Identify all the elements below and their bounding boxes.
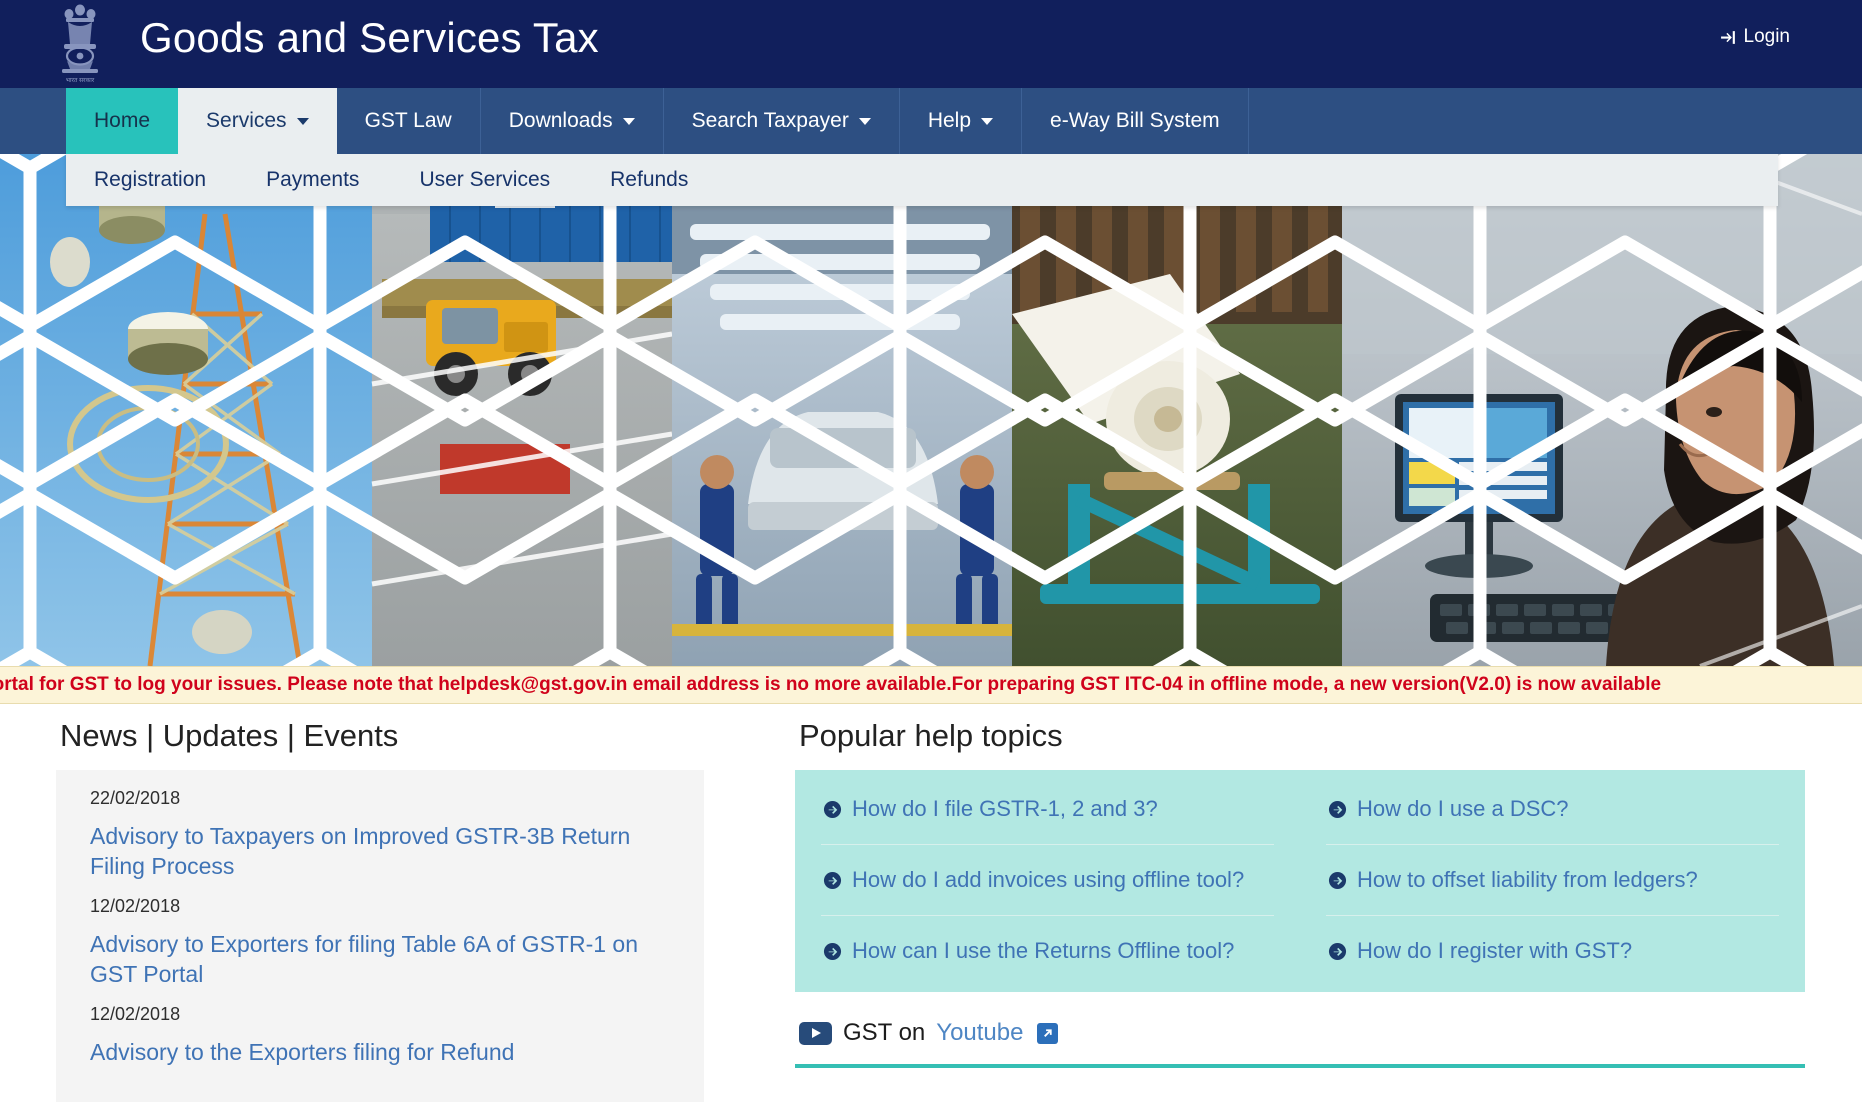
login-label: Login	[1743, 26, 1791, 47]
nav-item-home-label: Home	[94, 109, 151, 132]
chevron-down-icon	[981, 117, 994, 125]
nav-item-eway-bill-system-label: e-Way Bill System	[1050, 109, 1220, 132]
news-item: 22/02/2018 Advisory to Taxpayers on Impr…	[90, 788, 670, 881]
nav-item-search-taxpayer-label: Search Taxpayer	[691, 109, 849, 132]
news-item-link[interactable]: Advisory to Taxpayers on Improved GSTR-3…	[90, 821, 670, 881]
news-column: News | Updates | Events 22/02/2018 Advis…	[56, 704, 756, 1102]
news-item-date: 22/02/2018	[90, 788, 181, 808]
help-column: Popular help topics How do I file GSTR-1…	[795, 704, 1805, 1068]
chevron-down-icon	[622, 117, 635, 125]
news-item-link[interactable]: Advisory to Exporters for filing Table 6…	[90, 929, 670, 989]
help-topic-returns-offline-tool[interactable]: How can I use the Returns Offline tool?	[795, 916, 1300, 986]
help-topic-file-gstr[interactable]: How do I file GSTR-1, 2 and 3?	[795, 774, 1300, 844]
nav-item-services[interactable]: Services	[178, 88, 337, 154]
arrow-circle-right-icon	[823, 799, 842, 819]
dropdown-item-payments[interactable]: Payments	[236, 154, 389, 206]
nav-item-gst-law[interactable]: GST Law	[337, 88, 481, 154]
arrow-circle-right-icon	[823, 870, 842, 890]
nav-item-help[interactable]: Help	[900, 88, 1023, 154]
main-content: News | Updates | Events 22/02/2018 Advis…	[0, 704, 1862, 1106]
nav-item-help-label: Help	[927, 109, 972, 132]
nav-item-services-label: Services	[206, 109, 287, 132]
help-topics-row: How do I file GSTR-1, 2 and 3? How do I …	[795, 774, 1805, 844]
announcement-text: Portal for GST to log your issues. Pleas…	[0, 674, 1662, 695]
news-item: 12/02/2018 Advisory to Exporters for fil…	[90, 896, 670, 989]
help-section-title: Popular help topics	[799, 718, 1063, 753]
arrow-circle-right-icon	[1328, 941, 1347, 961]
news-item: 12/02/2018 Advisory to the Exporters fil…	[90, 1004, 670, 1067]
nav-item-home[interactable]: Home	[66, 88, 179, 154]
india-state-emblem-icon: भारत सरकार	[56, 3, 104, 85]
external-link-icon	[1037, 1022, 1059, 1044]
youtube-prefix-label: GST on	[843, 1019, 926, 1046]
dropdown-item-refunds[interactable]: Refunds	[580, 154, 718, 206]
help-topic-add-invoices[interactable]: How do I add invoices using offline tool…	[821, 844, 1274, 916]
arrow-circle-right-icon	[1328, 799, 1347, 819]
help-topic-label: How to offset liability from ledgers?	[1357, 867, 1698, 892]
dropdown-item-user-services[interactable]: User Services	[389, 154, 580, 206]
nav-item-eway-bill-system[interactable]: e-Way Bill System	[1022, 88, 1249, 154]
news-item-link[interactable]: Advisory to the Exporters filing for Ref…	[90, 1037, 670, 1067]
announcement-marquee: Portal for GST to log your issues. Pleas…	[0, 666, 1862, 704]
help-topic-label: How do I file GSTR-1, 2 and 3?	[852, 796, 1158, 821]
nav-left-spacer	[0, 88, 66, 154]
news-item-date: 12/02/2018	[90, 896, 181, 916]
help-topic-label: How do I use a DSC?	[1357, 796, 1569, 821]
gst-portal-page: भारत सरकार Goods and Services Tax Login	[0, 0, 1862, 1106]
login-button[interactable]: Login	[1720, 26, 1791, 48]
help-topic-offset-liability[interactable]: How to offset liability from ledgers?	[1326, 844, 1779, 916]
help-topic-label: How can I use the Returns Offline tool?	[852, 938, 1235, 963]
youtube-link[interactable]: Youtube	[936, 1019, 1023, 1047]
dropdown-item-registration[interactable]: Registration	[66, 154, 236, 206]
nav-item-search-taxpayer[interactable]: Search Taxpayer	[664, 88, 900, 154]
youtube-play-icon	[799, 1021, 832, 1045]
svg-text:भारत सरकार: भारत सरकार	[66, 78, 95, 84]
nav-item-gst-law-label: GST Law	[364, 109, 452, 132]
sign-in-icon	[1720, 29, 1737, 46]
help-topic-use-dsc[interactable]: How do I use a DSC?	[1300, 774, 1805, 844]
nav-item-downloads[interactable]: Downloads	[481, 88, 664, 154]
main-navigation: Home Services GST Law Downloads Search T…	[0, 88, 1862, 154]
help-topic-label: How do I register with GST?	[1357, 938, 1633, 963]
site-header: भारत सरकार Goods and Services Tax Login	[0, 0, 1862, 88]
help-topic-register-with-gst[interactable]: How do I register with GST?	[1300, 916, 1805, 986]
hero-banner	[0, 154, 1862, 666]
chevron-down-icon	[296, 117, 309, 125]
site-title: Goods and Services Tax	[140, 14, 599, 61]
help-topic-label: How do I add invoices using offline tool…	[852, 867, 1245, 892]
services-dropdown-menu: Registration Payments User Services Refu…	[66, 154, 1778, 206]
news-item-date: 12/02/2018	[90, 1004, 181, 1024]
help-topics-panel: How do I file GSTR-1, 2 and 3? How do I …	[795, 770, 1805, 992]
arrow-circle-right-icon	[1328, 870, 1347, 890]
news-section-title: News | Updates | Events	[60, 718, 399, 753]
news-list: 22/02/2018 Advisory to Taxpayers on Impr…	[56, 770, 704, 1102]
help-topics-row: How do I add invoices using offline tool…	[795, 844, 1805, 916]
gst-youtube-row: GST on Youtube	[795, 1019, 1805, 1047]
arrow-circle-right-icon	[823, 941, 842, 961]
section-divider	[795, 1064, 1805, 1068]
help-topics-row: How can I use the Returns Offline tool? …	[795, 916, 1805, 986]
chevron-down-icon	[858, 117, 871, 125]
nav-item-downloads-label: Downloads	[508, 109, 613, 132]
